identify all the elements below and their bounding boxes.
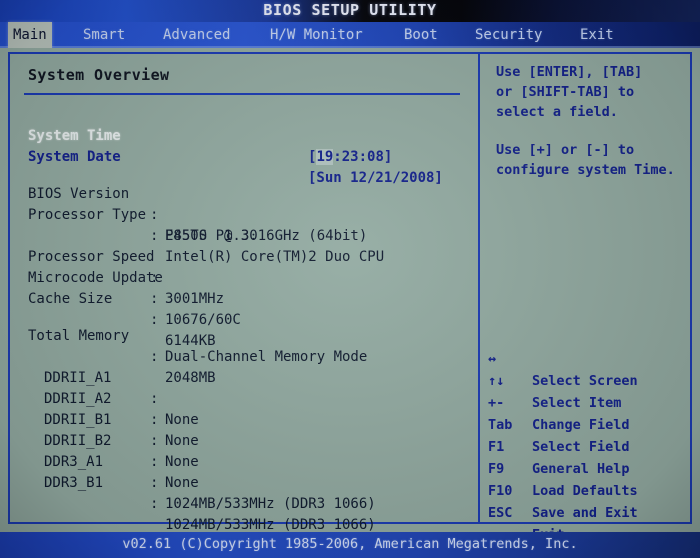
bios-version-row: BIOS Version : P45TS P1.30 — [20, 163, 468, 244]
key-legend-select-field: Tab Select Field — [480, 392, 690, 455]
system-date-row[interactable]: System Date [Sun 12/21/2008] — [20, 126, 468, 186]
tab-boot[interactable]: Boot — [399, 22, 443, 48]
tab-security[interactable]: Security — [470, 22, 547, 48]
ddrii-b2-value: None — [165, 475, 199, 491]
system-time-row[interactable]: System Time [19:23:08] — [20, 105, 468, 165]
section-title: System Overview — [28, 66, 170, 84]
key-legend-change-field: +- Change Field — [480, 370, 690, 433]
cache-size-row: Cache Size : 6144KB — [20, 268, 468, 349]
ddr3-a1-value: 1024MB/533MHz (DDR3 1066) — [165, 496, 376, 512]
copyright-text: v02.61 (C)Copyright 1985-2006, American … — [122, 536, 578, 552]
total-memory-row: Total Memory : 2048MB — [20, 305, 468, 386]
tab-smart[interactable]: Smart — [78, 22, 130, 48]
ddr3-a1-row: DDR3_A1 : 1024MB/533MHz (DDR3 1066) — [20, 431, 468, 512]
key-legend-select-item: ↑↓ Select Item — [480, 348, 690, 411]
processor-speed-row: Processor Speed : 3001MHz — [20, 226, 468, 307]
bios-setup-screen: BIOS SETUP UTILITY Main Smart Advanced H… — [0, 0, 700, 558]
key-legend-save-and-exit: F10 Save and Exit — [480, 458, 690, 521]
ddrii-b2-row: DDRII_B2 : None — [20, 410, 468, 491]
key-legend-load-defaults: F9 Load Defaults — [480, 436, 690, 499]
tab-hw-monitor[interactable]: H/W Monitor — [265, 22, 368, 48]
processor-type-row: Processor Type : Intel(R) Core(TM)2 Duo … — [20, 184, 468, 265]
key-legend-exit: ESC Exit — [480, 480, 690, 543]
tab-exit[interactable]: Exit — [575, 22, 619, 48]
colon: : — [150, 475, 159, 491]
ddrii-a1-row: DDRII_A1 : None — [20, 347, 468, 428]
ddr3-b1-row: DDR3_B1 : 1024MB/533MHz (DDR3 1066) — [20, 452, 468, 533]
footer-bar: v02.61 (C)Copyright 1985-2006, American … — [0, 532, 700, 558]
tab-main[interactable]: Main — [8, 22, 52, 48]
app-title: BIOS SETUP UTILITY — [263, 1, 437, 19]
memory-mode-row: Dual-Channel Memory Mode — [20, 326, 468, 365]
processor-type-row-continued: E8500 @ 3.16GHz (64bit) — [20, 205, 468, 244]
colon: : — [150, 496, 159, 512]
help-text-line: Use [ENTER], [TAB] — [496, 64, 643, 80]
key-legend-select-screen: ↔ Select Screen — [480, 326, 690, 389]
ddrii-a2-row: DDRII_A2 : None — [20, 368, 468, 449]
title-bar: BIOS SETUP UTILITY — [0, 0, 700, 22]
key-legend-general-help: F1 General Help — [480, 414, 690, 477]
body-area: System Overview System Time [19:23:08] S… — [0, 48, 700, 543]
help-text-line: Use [+] or [-] to — [496, 142, 635, 158]
tab-advanced[interactable]: Advanced — [158, 22, 235, 48]
help-text-line: configure system Time. — [496, 162, 675, 178]
ddr3-b1-label: DDR3_B1 — [44, 475, 104, 491]
microcode-update-row: Microcode Update : 10676/60C — [20, 247, 468, 328]
help-text-line: select a field. — [496, 104, 618, 120]
system-overview-panel: System Overview System Time [19:23:08] S… — [8, 52, 478, 533]
help-panel: Use [ENTER], [TAB] or [SHIFT-TAB] to sel… — [478, 52, 692, 543]
menu-bar[interactable]: Main Smart Advanced H/W Monitor Boot Sec… — [0, 22, 700, 48]
key-legend: ↔ Select Screen ↑↓ Select Item +- Change… — [480, 326, 690, 543]
esc-key: ESC — [488, 505, 513, 521]
help-text-line: or [SHIFT-TAB] to — [496, 84, 635, 100]
ddrii-b1-row: DDRII_B1 : None — [20, 389, 468, 470]
